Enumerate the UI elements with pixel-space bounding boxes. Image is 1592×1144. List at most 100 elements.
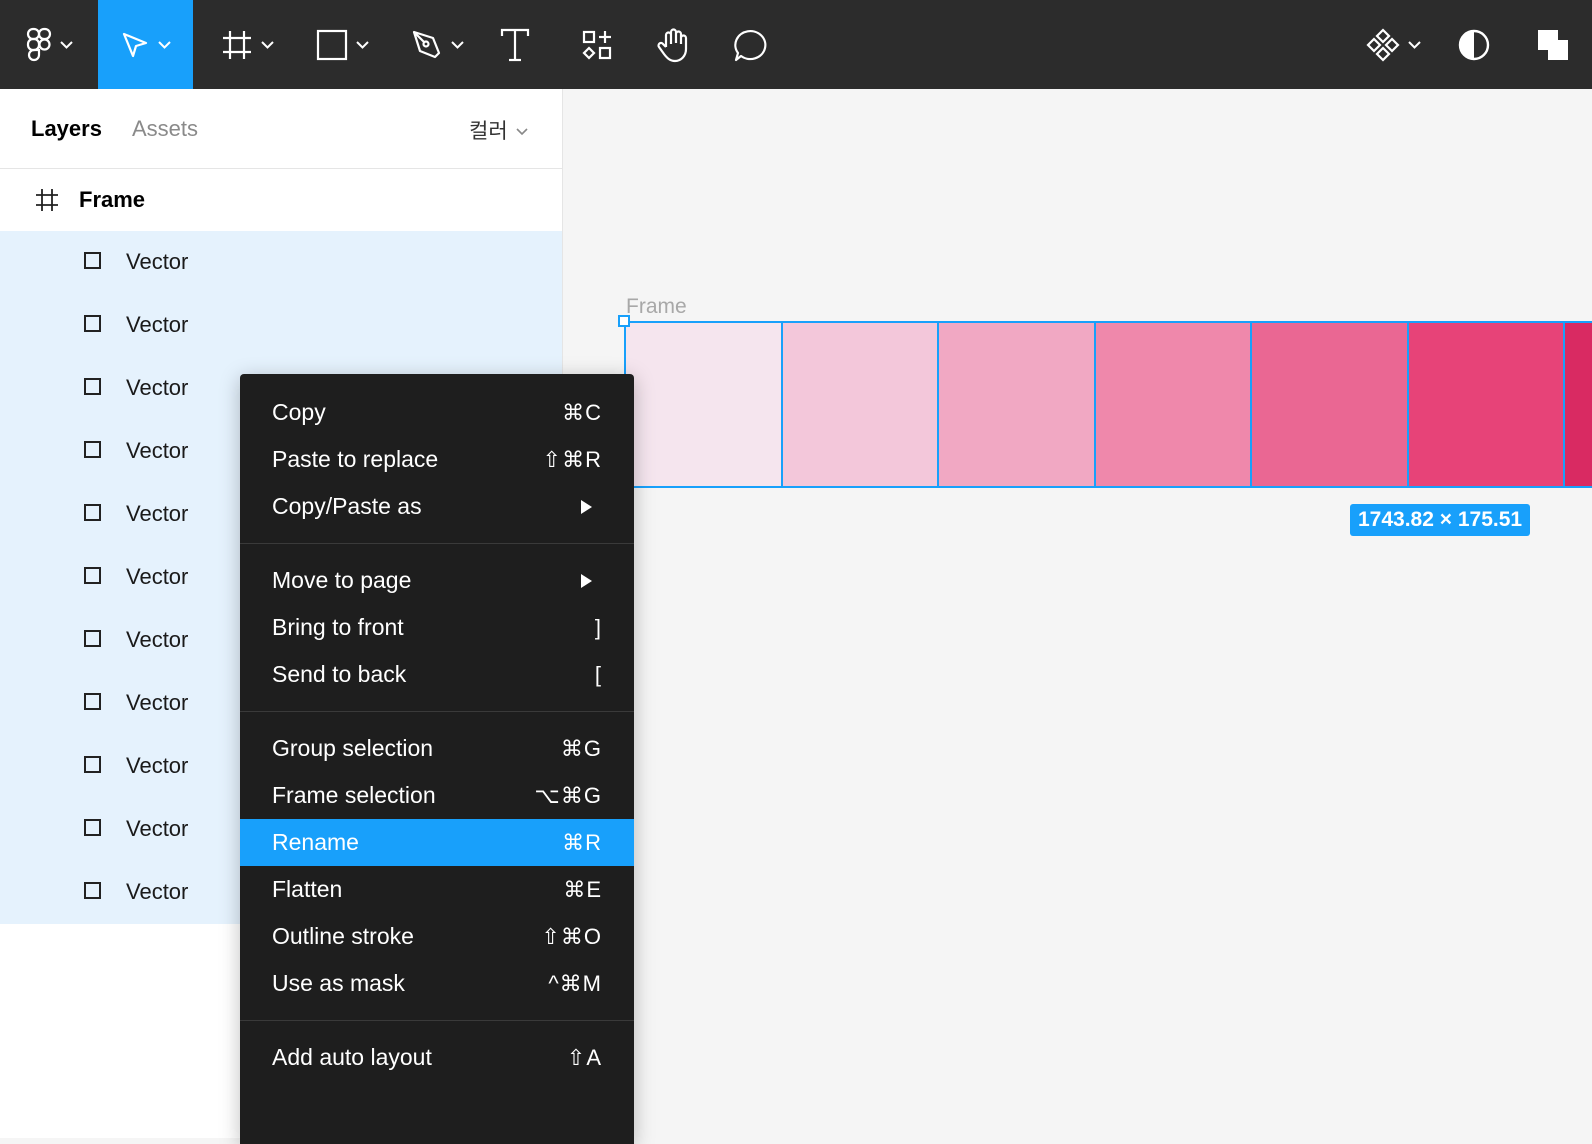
menu-item-copy-paste-as[interactable]: Copy/Paste as <box>240 483 634 530</box>
contrast-icon <box>1457 28 1491 62</box>
color-swatch[interactable] <box>1408 323 1566 486</box>
layer-row[interactable]: Vector <box>0 231 562 294</box>
rectangle-icon <box>84 504 101 521</box>
layer-label: Vector <box>126 816 189 841</box>
context-menu: Copy ⌘C Paste to replace ⇧⌘R Copy/Paste as… <box>240 374 634 1144</box>
rectangle-icon <box>316 29 348 61</box>
chevron-down-icon <box>59 40 73 49</box>
resize-handle[interactable] <box>618 315 630 327</box>
layer-frame-row[interactable]: Frame <box>0 169 562 231</box>
menu-item-label: Bring to front <box>272 614 404 640</box>
menu-item-shortcut: ⌘R <box>562 830 602 855</box>
layer-label: Vector <box>126 879 189 904</box>
size-badge: 1743.82 × 175.51 <box>1350 504 1531 536</box>
frame-tool-button[interactable] <box>212 0 282 89</box>
menu-item-rename[interactable]: Rename ⌘R <box>240 819 634 866</box>
rectangle-icon <box>84 567 101 584</box>
components-button[interactable] <box>1360 0 1426 89</box>
resources-button[interactable] <box>574 0 620 89</box>
menu-item-label: Outline stroke <box>272 923 414 949</box>
rectangle-icon <box>84 441 101 458</box>
menu-item-frame-selection[interactable]: Frame selection ⌥⌘G <box>240 772 634 819</box>
menu-item-flatten[interactable]: Flatten ⌘E <box>240 866 634 913</box>
rectangle-icon <box>84 378 101 395</box>
multiplayer-button[interactable] <box>1534 0 1592 89</box>
rectangle-icon <box>84 630 101 647</box>
menu-item-shortcut: ] <box>594 615 602 640</box>
frame-hash-icon <box>221 29 253 61</box>
shape-tool-button[interactable] <box>307 0 377 89</box>
menu-item-send-to-back[interactable]: Send to back [ <box>240 651 634 698</box>
move-cursor-icon <box>120 30 150 60</box>
chevron-down-icon <box>508 118 528 142</box>
chevron-down-icon <box>158 40 171 49</box>
frame-title[interactable]: Frame <box>626 295 687 319</box>
hand-icon <box>656 27 690 63</box>
menu-item-shortcut: ⌥⌘G <box>534 783 602 808</box>
figma-logo-icon <box>26 27 52 63</box>
color-swatch[interactable] <box>626 323 783 486</box>
menu-item-bring-to-front[interactable]: Bring to front] <box>240 604 634 651</box>
menu-item-shortcut: [ <box>594 662 602 687</box>
menu-item-shortcut: ⇧A <box>566 1045 602 1070</box>
menu-item-label: Move to page <box>272 567 412 593</box>
comment-tool-button[interactable] <box>728 0 774 89</box>
menu-item-shortcut: ⌘G <box>560 736 602 761</box>
component-icon <box>1365 27 1400 62</box>
menu-item-shortcut: ⌘E <box>563 877 602 902</box>
layer-label: Vector <box>126 690 189 715</box>
menu-item-group-selection[interactable]: Group selection ⌘G <box>240 725 634 772</box>
selected-frame[interactable] <box>624 321 1592 488</box>
menu-item-move-to-page[interactable]: Move to page <box>240 557 634 604</box>
chevron-down-icon <box>355 40 369 49</box>
menu-section: Group selection ⌘G Frame selection ⌥⌘G Ren… <box>240 712 634 1021</box>
chevron-down-icon <box>260 40 274 49</box>
tab-layers[interactable]: Layers <box>31 116 102 142</box>
tab-assets[interactable]: Assets <box>132 116 198 142</box>
menu-item-copy[interactable]: Copy ⌘C <box>240 389 634 436</box>
page-select[interactable]: 컬러 <box>469 115 528 145</box>
move-tool-button[interactable] <box>98 0 193 89</box>
menu-item-outline-stroke[interactable]: Outline stroke ⇧⌘O <box>240 913 634 960</box>
hand-tool-button[interactable] <box>650 0 696 89</box>
menu-item-label: Flatten <box>272 876 343 902</box>
menu-item-paste-to-replace[interactable]: Paste to replace ⇧⌘R <box>240 436 634 483</box>
rectangle-icon <box>84 252 101 269</box>
menu-item-shortcut: ^⌘M <box>548 971 602 996</box>
layer-label: Vector <box>126 249 189 274</box>
layer-label: Vector <box>126 627 189 652</box>
color-swatch[interactable] <box>1252 323 1409 486</box>
layer-label: Vector <box>126 564 189 589</box>
layer-label: Vector <box>126 438 189 463</box>
main-menu-button[interactable] <box>0 0 98 89</box>
menu-item-shortcut: ⇧⌘O <box>541 924 602 949</box>
layer-row[interactable]: Vector <box>0 294 562 357</box>
menu-item-label: Copy/Paste as <box>272 493 422 519</box>
menu-section: Copy ⌘C Paste to replace ⇧⌘R Copy/Paste as <box>240 374 634 544</box>
menu-item-use-as-mask[interactable]: Use as mask ^⌘M <box>240 960 634 1007</box>
color-swatch[interactable] <box>939 323 1096 486</box>
menu-section: Add auto layout ⇧A <box>240 1021 634 1094</box>
frame-hash-icon <box>35 188 59 217</box>
pen-tool-button[interactable] <box>402 0 472 89</box>
layer-label: Vector <box>126 375 189 400</box>
submenu-arrow-icon <box>581 574 592 588</box>
color-swatch[interactable] <box>1565 323 1592 486</box>
menu-item-shortcut: ⇧⌘R <box>542 447 602 472</box>
rectangle-icon <box>84 693 101 710</box>
color-swatch[interactable] <box>1095 323 1253 486</box>
menu-item-label: Send to back <box>272 661 407 687</box>
menu-item-add-auto-layout[interactable]: Add auto layout ⇧A <box>240 1034 634 1081</box>
rectangle-icon <box>84 819 101 836</box>
canvas[interactable]: Frame 1743.82 × 175.51 <box>563 89 1592 1138</box>
color-swatch[interactable] <box>782 323 940 486</box>
chevron-down-icon <box>1407 40 1421 49</box>
menu-item-shortcut: ⌘C <box>562 400 602 425</box>
text-tool-button[interactable] <box>492 0 538 89</box>
contrast-button[interactable] <box>1452 0 1496 89</box>
menu-item-label: Rename <box>272 829 359 855</box>
menu-item-label: Paste to replace <box>272 446 439 472</box>
resources-icon <box>581 29 613 61</box>
submenu-arrow-icon <box>581 500 592 514</box>
menu-item-label: Add auto layout <box>272 1044 432 1070</box>
